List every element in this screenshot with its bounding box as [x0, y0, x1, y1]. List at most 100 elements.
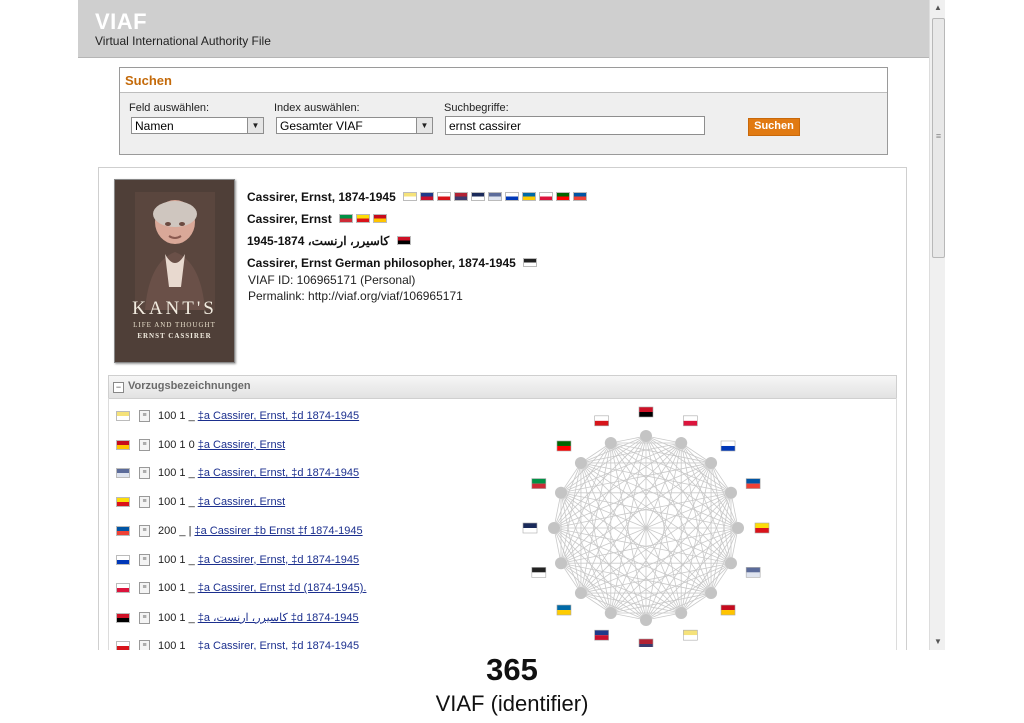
spain-flag-icon[interactable]: [373, 214, 388, 224]
qr-flag-icon[interactable]: [523, 258, 538, 268]
israel-flag-icon[interactable]: [720, 440, 736, 452]
marc-record-icon[interactable]: ≡: [139, 639, 150, 650]
qr-flag-icon[interactable]: [531, 567, 547, 578]
heading-line-1: Cassirer, Ernst, 1874-1945: [247, 188, 588, 206]
permalink[interactable]: Permalink: http://viaf.org/viaf/10696517…: [248, 289, 463, 303]
scroll-up-arrow-icon[interactable]: ▲: [930, 2, 945, 14]
marc-field-code: 100 1 _: [158, 639, 195, 650]
nla-doc-flag-icon[interactable]: [745, 567, 761, 578]
heading-link[interactable]: ‡a Cassirer, Ernst: [198, 496, 285, 508]
portugal-flag-icon[interactable]: [556, 440, 572, 452]
preferred-heading-row: ≡ 100 1 _ ‡a Cassirer, Ernst: [116, 496, 285, 512]
index-select-value: Gesamter VIAF: [280, 119, 363, 133]
heading-text: Cassirer, Ernst, 1874-1945: [247, 190, 396, 204]
graph-node: [555, 557, 568, 570]
graph-node: [724, 486, 737, 499]
marc-record-icon[interactable]: ≡: [139, 524, 150, 537]
graph-node: [705, 587, 718, 600]
poland-flag-icon[interactable]: [116, 583, 130, 594]
marc-record-icon[interactable]: ≡: [139, 611, 150, 624]
egypt-flag-icon[interactable]: [396, 236, 411, 246]
marc-record-icon[interactable]: ≡: [139, 410, 150, 423]
italy-flag-icon[interactable]: [339, 214, 354, 224]
marc-field-code: 100 1 _: [158, 410, 195, 422]
catalonia-flag-icon[interactable]: [116, 497, 130, 508]
israel-flag-icon[interactable]: [505, 192, 520, 202]
vatican-flag-icon[interactable]: [683, 629, 698, 641]
book-cover-image: KANT'S LIFE AND THOUGHT ERNST CASSIRER: [114, 179, 235, 363]
chevron-down-icon[interactable]: ▼: [416, 118, 432, 133]
cover-author: ERNST CASSIRER: [137, 332, 212, 340]
marc-record-icon[interactable]: ≡: [139, 553, 150, 566]
field-select-value: Namen: [135, 119, 174, 133]
czech-flag-icon[interactable]: [594, 415, 609, 427]
search-input[interactable]: [445, 116, 705, 135]
dnb-flag-icon[interactable]: [522, 522, 538, 534]
heading-link[interactable]: ‡a Cassirer ‡b Ernst ‡f 1874-1945: [194, 525, 362, 537]
france-flag-icon[interactable]: [573, 192, 588, 202]
czech-flag-icon[interactable]: [116, 640, 130, 650]
marc-field-code: 200 _ |: [158, 524, 192, 537]
grip-icon: ≡: [935, 131, 942, 141]
france-flag-icon[interactable]: [745, 478, 761, 489]
heading-line-3: 1945-1874 ،کاسیرر، ارنست: [247, 232, 411, 250]
dnb-flag-icon[interactable]: [471, 192, 486, 202]
graph-node: [555, 486, 568, 499]
italy-flag-icon[interactable]: [531, 478, 547, 489]
france-flag-icon[interactable]: [116, 525, 130, 536]
heading-link[interactable]: ‡a Cassirer, Ernst, ‡d 1874-1945: [198, 467, 359, 479]
marc-record-icon[interactable]: ≡: [139, 467, 150, 480]
spain-flag-icon[interactable]: [720, 604, 736, 616]
spain-flag-icon[interactable]: [116, 439, 130, 450]
collapse-icon[interactable]: −: [113, 382, 124, 393]
heading-link[interactable]: ‡a Cassirer, Ernst, ‡d 1874-1945: [198, 640, 359, 650]
marc-field-code: 100 1 _: [158, 496, 195, 509]
scroll-down-arrow-icon[interactable]: ▼: [930, 636, 945, 648]
heading-link[interactable]: ‡a Cassirer, Ernst ‡d (1874-1945).: [198, 582, 367, 594]
search-button[interactable]: Suchen: [748, 118, 800, 136]
graph-node: [675, 437, 688, 450]
graph-node: [675, 606, 688, 619]
sweden-flag-icon[interactable]: [556, 604, 572, 616]
catalonia-flag-icon[interactable]: [754, 522, 770, 534]
israel-flag-icon[interactable]: [116, 554, 130, 565]
catalonia-flag-icon[interactable]: [356, 214, 371, 224]
nla-doc-flag-icon[interactable]: [488, 192, 503, 202]
vatican-flag-icon[interactable]: [116, 411, 130, 422]
czech-flag-icon[interactable]: [437, 192, 452, 202]
scrollbar[interactable]: ▲ ≡ ▼: [929, 0, 945, 650]
poland-flag-icon[interactable]: [683, 415, 698, 427]
source-flags: [520, 254, 538, 271]
portugal-flag-icon[interactable]: [556, 192, 571, 202]
australia-flag-icon[interactable]: [420, 192, 435, 202]
preferred-heading-row: ≡ 100 1 _ ‡a ،کاسیرر، ارنست ‡d 1874-1945: [116, 611, 359, 627]
preferred-heading-row: ≡ 200 _ | ‡a Cassirer ‡b Ernst ‡f 1874-194…: [116, 525, 363, 541]
nla-doc-flag-icon[interactable]: [116, 468, 130, 479]
usa-flag-icon[interactable]: [454, 192, 469, 202]
poland-flag-icon[interactable]: [539, 192, 554, 202]
graph-node: [604, 606, 617, 619]
heading-link[interactable]: ‡a ،کاسیرر، ارنست ‡d 1874-1945: [198, 612, 359, 624]
egypt-flag-icon[interactable]: [116, 612, 130, 623]
chevron-down-icon[interactable]: ▼: [247, 118, 263, 133]
australia-flag-icon[interactable]: [594, 629, 609, 641]
usa-flag-icon[interactable]: [638, 638, 654, 647]
viaf-logo[interactable]: VIAF: [95, 9, 147, 35]
field-select[interactable]: Namen ▼: [131, 117, 264, 134]
sweden-flag-icon[interactable]: [522, 192, 537, 202]
heading-link[interactable]: ‡a Cassirer, Ernst, ‡d 1874-1945: [198, 410, 359, 422]
source-flags: [336, 210, 388, 227]
egypt-flag-icon[interactable]: [638, 406, 654, 418]
vatican-flag-icon[interactable]: [403, 192, 418, 202]
index-select[interactable]: Gesamter VIAF ▼: [276, 117, 433, 134]
field-select-label: Feld auswählen:: [129, 102, 210, 114]
heading-link[interactable]: ‡a Cassirer, Ernst, ‡d 1874-1945: [198, 554, 359, 566]
heading-link[interactable]: ‡a Cassirer, Ernst: [198, 439, 285, 451]
preferred-headings-header[interactable]: − Vorzugsbezeichnungen: [108, 375, 897, 399]
scroll-thumb[interactable]: ≡: [932, 18, 945, 258]
graph-node: [604, 437, 617, 450]
search-terms-label: Suchbegriffe:: [444, 102, 509, 114]
marc-record-icon[interactable]: ≡: [139, 582, 150, 595]
marc-record-icon[interactable]: ≡: [139, 496, 150, 509]
marc-record-icon[interactable]: ≡: [139, 438, 150, 451]
